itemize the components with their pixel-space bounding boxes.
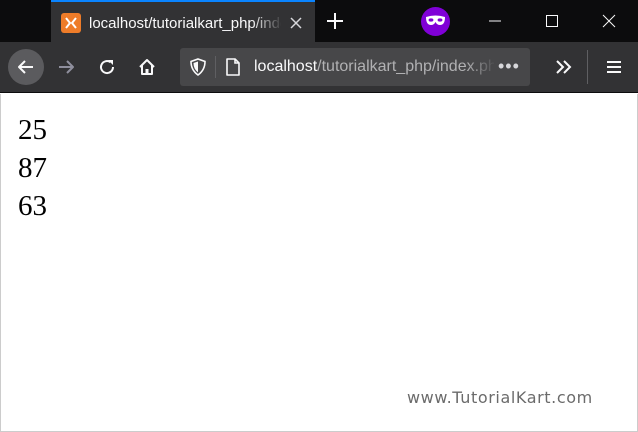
- minimize-icon[interactable]: [467, 0, 523, 42]
- watermark: www.TutorialKart.com: [407, 388, 593, 407]
- tab-title-fade: [251, 12, 283, 36]
- tab-close-icon[interactable]: [287, 14, 305, 32]
- number-line: 87: [18, 152, 47, 184]
- navigation-toolbar: localhost/tutorialkart_php/index.php •••: [0, 42, 638, 93]
- back-arrow-icon[interactable]: [8, 49, 44, 85]
- page-content: 25 87 63 www.TutorialKart.com: [0, 94, 638, 432]
- plus-icon[interactable]: [322, 8, 348, 34]
- url-text-fade: [466, 54, 496, 80]
- page-actions-button[interactable]: •••: [498, 57, 522, 77]
- url-host: localhost: [254, 58, 318, 75]
- url-bar-divider: [215, 56, 216, 78]
- number-list: 25 87 63: [18, 111, 47, 225]
- forward-arrow-icon[interactable]: [49, 50, 83, 84]
- reload-icon[interactable]: [90, 50, 124, 84]
- xampp-icon: [61, 13, 81, 33]
- home-icon[interactable]: [130, 50, 164, 84]
- window-close-icon[interactable]: [581, 0, 637, 42]
- maximize-icon[interactable]: [524, 0, 580, 42]
- number-line: 25: [18, 114, 47, 146]
- page-icon[interactable]: [223, 57, 243, 77]
- shield-icon[interactable]: [188, 57, 208, 77]
- url-bar[interactable]: localhost/tutorialkart_php/index.php •••: [180, 48, 530, 86]
- toolbar-divider: [587, 50, 588, 84]
- active-tab[interactable]: localhost/tutorialkart_php/index.php: [51, 0, 315, 42]
- hamburger-menu-icon[interactable]: [598, 50, 630, 84]
- title-bar: localhost/tutorialkart_php/index.php: [0, 0, 638, 42]
- private-mask-icon: [421, 7, 450, 36]
- url-text[interactable]: localhost/tutorialkart_php/index.php: [254, 56, 494, 78]
- number-line: 63: [18, 190, 47, 222]
- chevron-double-right-icon[interactable]: [549, 50, 579, 84]
